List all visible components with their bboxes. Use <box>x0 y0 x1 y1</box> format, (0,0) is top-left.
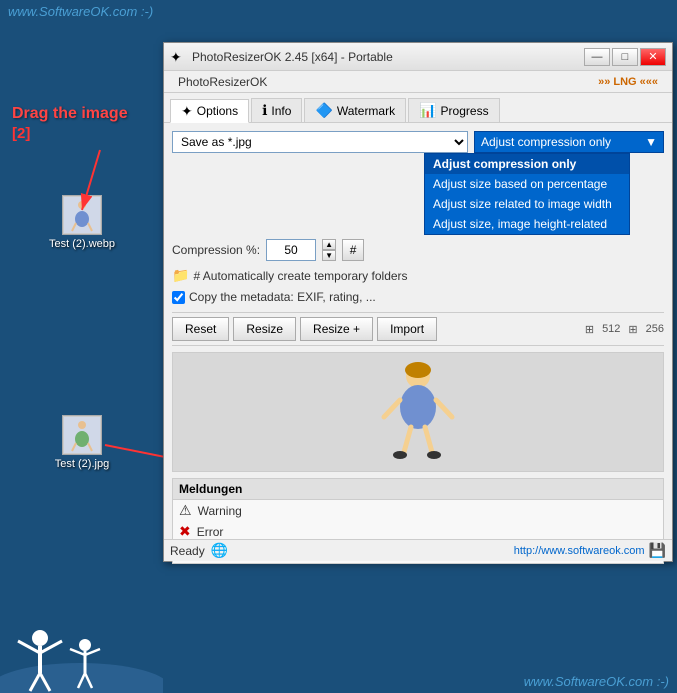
dropdown-item-compression[interactable]: Adjust compression only <box>425 154 629 174</box>
desktop-icon-jpg-image <box>62 415 102 455</box>
error-icon: ✖ <box>179 523 191 540</box>
dropdown-item-height[interactable]: Adjust size, image height-related <box>425 214 629 234</box>
annotation-2: [2] <box>12 125 30 142</box>
tab-info-label: Info <box>271 104 291 118</box>
resize-plus-button[interactable]: Resize + <box>300 317 373 341</box>
tab-progress[interactable]: 📊 Progress <box>408 98 499 122</box>
watermark-bottom: www.SoftwareOK.com :-) <box>524 674 669 689</box>
dropdown-item-percentage[interactable]: Adjust size based on percentage <box>425 174 629 194</box>
log-warning-text: Warning <box>198 504 242 518</box>
size-256-icon: ⊞ <box>628 323 637 336</box>
desktop-icon-webp-image <box>62 195 102 235</box>
compression-label: Compression %: <box>172 243 260 257</box>
save-as-select[interactable]: Save as *.jpg <box>172 131 468 153</box>
compression-row: Compression %: ▲ ▼ # <box>172 239 664 261</box>
window-controls[interactable]: — □ ✕ <box>584 48 666 66</box>
title-bar[interactable]: ✦ PhotoResizerOK 2.45 [x64] - Portable —… <box>164 43 672 71</box>
desktop-icon-jpg[interactable]: Test (2).jpg <box>42 415 122 470</box>
folder-icon: 📁 <box>172 267 189 284</box>
size-512-value: 512 <box>602 323 620 336</box>
size-indicators: ⊞ 512 ⊞ 256 <box>585 323 664 336</box>
spinner-up[interactable]: ▲ <box>322 239 336 250</box>
checkbox-row: Copy the metadata: EXIF, rating, ... <box>172 290 664 304</box>
adjust-compression-select[interactable]: Adjust compression only ▼ <box>474 131 664 153</box>
desktop-icon-webp[interactable]: Test (2).webp <box>42 195 122 250</box>
window-title: PhotoResizerOK 2.45 [x64] - Portable <box>192 50 584 64</box>
watermark-icon: 🔷 <box>315 102 332 119</box>
progress-icon: 📊 <box>419 102 436 119</box>
dropdown-item-width[interactable]: Adjust size related to image width <box>425 194 629 214</box>
tab-options[interactable]: ✦ Options <box>170 99 249 123</box>
status-bar: Ready 🌐 http://www.softwareok.com 💾 <box>164 539 672 561</box>
action-buttons-row: Reset Resize Resize + Import ⊞ 512 ⊞ 256 <box>172 312 664 346</box>
app-icon: ✦ <box>170 49 186 65</box>
menu-bar: PhotoResizerOK »» LNG ««« <box>164 71 672 93</box>
tab-watermark-label: Watermark <box>337 104 395 118</box>
status-url[interactable]: http://www.softwareok.com <box>514 545 645 557</box>
folder-text: # Automatically create temporary folders <box>193 269 407 283</box>
preview-area <box>172 352 664 472</box>
disk-icon: 💾 <box>649 542 666 559</box>
metadata-checkbox[interactable] <box>172 291 185 304</box>
compression-input[interactable] <box>266 239 316 261</box>
adjust-compression-value: Adjust compression only <box>481 135 611 149</box>
log-warning-item: ⚠ Warning <box>173 500 663 521</box>
drag-image-label: Drag the image <box>12 105 128 123</box>
bottom-illustration <box>0 573 163 693</box>
resize-button[interactable]: Resize <box>233 317 296 341</box>
globe-icon: 🌐 <box>211 542 228 559</box>
save-as-row: Save as *.jpg Adjust compression only ▼ <box>172 131 664 153</box>
desktop-icon-jpg-label: Test (2).jpg <box>55 458 109 470</box>
desktop-icon-webp-label: Test (2).webp <box>49 238 115 250</box>
toolbar: ✦ Options ℹ Info 🔷 Watermark 📊 Progress <box>164 93 672 123</box>
status-ready: Ready <box>170 544 205 558</box>
tab-info[interactable]: ℹ Info <box>251 98 302 122</box>
menu-photoresizerok[interactable]: PhotoResizerOK <box>170 73 275 91</box>
reset-button[interactable]: Reset <box>172 317 229 341</box>
maximize-button[interactable]: □ <box>612 48 638 66</box>
options-icon: ✦ <box>181 103 193 120</box>
compression-spinner[interactable]: ▲ ▼ <box>322 239 336 261</box>
preview-image <box>373 362 463 462</box>
import-button[interactable]: Import <box>377 317 437 341</box>
tab-watermark[interactable]: 🔷 Watermark <box>304 98 406 122</box>
tab-options-label: Options <box>197 104 238 118</box>
size-512-icon: ⊞ <box>585 323 594 336</box>
close-button[interactable]: ✕ <box>640 48 666 66</box>
metadata-label: Copy the metadata: EXIF, rating, ... <box>189 290 376 304</box>
folder-row: 📁 # Automatically create temporary folde… <box>172 267 664 284</box>
info-icon: ℹ <box>262 102 267 119</box>
minimize-button[interactable]: — <box>584 48 610 66</box>
spinner-down[interactable]: ▼ <box>322 250 336 261</box>
hash-button[interactable]: # <box>342 239 364 261</box>
dropdown-menu: Adjust compression only Adjust size base… <box>424 153 630 235</box>
content-area: Save as *.jpg Adjust compression only ▼ … <box>164 123 672 572</box>
adjust-compression-arrow: ▼ <box>645 135 657 149</box>
log-header: Meldungen <box>173 479 663 500</box>
watermark-top: www.SoftwareOK.com :-) <box>8 4 153 19</box>
menu-lng[interactable]: »» LNG ««« <box>590 74 666 90</box>
log-error-text: Error <box>197 525 224 539</box>
warning-icon: ⚠ <box>179 502 192 519</box>
main-window: ✦ PhotoResizerOK 2.45 [x64] - Portable —… <box>163 42 673 562</box>
size-256-value: 256 <box>646 323 664 336</box>
tab-progress-label: Progress <box>441 104 489 118</box>
